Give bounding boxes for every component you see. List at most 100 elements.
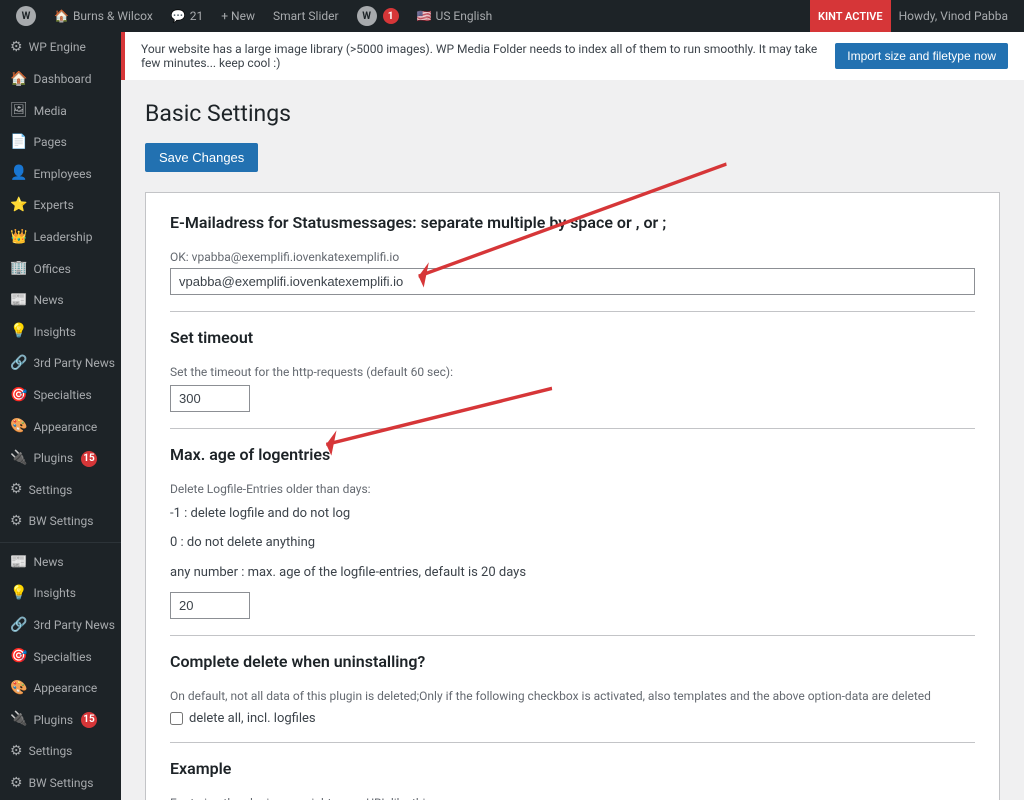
- language-item[interactable]: 🇺🇸 US English: [409, 0, 501, 32]
- news-icon: 📰: [10, 291, 27, 311]
- example-hint: For trying the plugin you might use a UR…: [170, 796, 975, 800]
- sidebar-item-insights-label: Insights: [33, 324, 75, 341]
- appearance-icon: 🎨: [10, 417, 27, 437]
- sidebar-item-settings2[interactable]: ⚙ Settings: [0, 736, 121, 768]
- plugins2-badge: 15: [81, 712, 97, 728]
- wp-icon: W: [357, 6, 377, 26]
- specialties2-icon: 🎯: [10, 647, 27, 667]
- site-name: Burns & Wilcox: [73, 9, 153, 23]
- sidebar-item-bwsettings[interactable]: ⚙ BW Settings: [0, 506, 121, 538]
- maxage-input[interactable]: [170, 592, 250, 619]
- wp-logo-item[interactable]: W: [8, 0, 44, 32]
- sidebar-item-experts[interactable]: ⭐ Experts: [0, 190, 121, 222]
- sidebar-item-leadership-label: Leadership: [33, 229, 92, 246]
- delete-hint: On default, not all data of this plugin …: [170, 689, 975, 703]
- 3rdpartynews-icon: 🔗: [10, 354, 27, 374]
- pages-icon: 📄: [10, 133, 27, 153]
- sidebar-item-bwsettings-label: BW Settings: [29, 513, 94, 530]
- sidebar-item-settings[interactable]: ⚙ Settings: [0, 474, 121, 506]
- sidebar-item-offices[interactable]: 🏢 Offices: [0, 253, 121, 285]
- save-button-top[interactable]: Save Changes: [145, 143, 258, 172]
- sidebar-item-plugins2-label: Plugins: [33, 712, 73, 729]
- admin-bar-left: W 🏠 Burns & Wilcox 💬 21 + New Smart Slid…: [8, 0, 500, 32]
- sidebar-item-plugins[interactable]: 🔌 Plugins 15: [0, 443, 121, 475]
- bwsettings2-icon: ⚙: [10, 774, 23, 794]
- notice-text: Your website has a large image library (…: [141, 42, 823, 70]
- sidebar-item-employees[interactable]: 👤 Employees: [0, 158, 121, 190]
- email-input[interactable]: [170, 268, 975, 295]
- sidebar-item-dashboard-label: Dashboard: [33, 71, 91, 88]
- sidebar-item-news2[interactable]: 📰 News: [0, 547, 121, 579]
- delete-checkbox-label: delete all, incl. logfiles: [189, 711, 316, 726]
- divider-3: [170, 635, 975, 636]
- sidebar-item-media-label: Media: [34, 103, 67, 120]
- settings-icon: ⚙: [10, 480, 23, 500]
- notif-badge: 1: [383, 8, 399, 24]
- sidebar-divider-1: [0, 542, 121, 543]
- notice-bar: Your website has a large image library (…: [121, 32, 1024, 80]
- sidebar-item-pages-label: Pages: [33, 134, 66, 151]
- sidebar-item-specialties-label: Specialties: [33, 387, 91, 404]
- plugins2-icon: 🔌: [10, 710, 27, 730]
- kint-badge[interactable]: KINT ACTIVE: [810, 0, 891, 32]
- email-section: E-Mailadress for Statusmessages: separat…: [170, 213, 975, 295]
- new-label: + New: [221, 9, 255, 23]
- new-item[interactable]: + New: [213, 0, 263, 32]
- bwsettings-icon: ⚙: [10, 512, 23, 532]
- howdy-item[interactable]: Howdy, Vinod Pabba: [891, 0, 1016, 32]
- maxage-section: Max. age of logentries Delete Logfile-En…: [170, 445, 975, 619]
- timeout-input[interactable]: [170, 385, 250, 412]
- sidebar-item-insights2[interactable]: 💡 Insights: [0, 578, 121, 610]
- wpe-icon: ⚙: [10, 38, 23, 58]
- sidebar-item-wpe-label: WP Engine: [29, 39, 86, 56]
- form-card: E-Mailadress for Statusmessages: separat…: [145, 192, 1000, 800]
- sidebar-item-wpe[interactable]: ⚙ WP Engine: [0, 32, 121, 64]
- timeout-hint: Set the timeout for the http-requests (d…: [170, 365, 975, 379]
- divider-1: [170, 311, 975, 312]
- sidebar-item-insights[interactable]: 💡 Insights: [0, 316, 121, 348]
- insights-icon: 💡: [10, 322, 27, 342]
- sidebar-item-pages[interactable]: 📄 Pages: [0, 127, 121, 159]
- maxage-section-title: Max. age of logentries: [170, 445, 975, 472]
- dashboard-icon: 🏠: [10, 70, 27, 90]
- flag-icon: 🇺🇸: [417, 9, 432, 23]
- news2-icon: 📰: [10, 553, 27, 573]
- settings2-icon: ⚙: [10, 742, 23, 762]
- insights2-icon: 💡: [10, 584, 27, 604]
- comment-item[interactable]: 💬 21: [163, 0, 211, 32]
- sidebar-item-news-label: News: [33, 292, 63, 309]
- sidebar-item-settings-label: Settings: [29, 482, 73, 499]
- sidebar: ⚙ WP Engine 🏠 Dashboard 🖼 Media 📄 Pages …: [0, 32, 121, 800]
- sidebar-item-leadership[interactable]: 👑 Leadership: [0, 222, 121, 254]
- sidebar-item-appearance2[interactable]: 🎨 Appearance: [0, 673, 121, 705]
- import-button[interactable]: Import size and filetype now: [835, 43, 1008, 69]
- maxage-desc1: -1 : delete logfile and do not log: [170, 502, 975, 525]
- employees-icon: 👤: [10, 164, 27, 184]
- sidebar-item-experts-label: Experts: [33, 197, 73, 214]
- wp-icon-item[interactable]: W 1: [349, 0, 407, 32]
- sidebar-item-appearance[interactable]: 🎨 Appearance: [0, 411, 121, 443]
- media-icon: 🖼: [10, 101, 28, 121]
- site-name-item[interactable]: 🏠 Burns & Wilcox: [46, 0, 161, 32]
- sidebar-item-bwsettings2[interactable]: ⚙ BW Settings: [0, 768, 121, 800]
- sidebar-item-specialties[interactable]: 🎯 Specialties: [0, 380, 121, 412]
- sidebar-item-3rdpartynews[interactable]: 🔗 3rd Party News: [0, 348, 121, 380]
- sidebar-item-specialties2[interactable]: 🎯 Specialties: [0, 641, 121, 673]
- specialties-icon: 🎯: [10, 386, 27, 406]
- layout: ⚙ WP Engine 🏠 Dashboard 🖼 Media 📄 Pages …: [0, 32, 1024, 800]
- divider-2: [170, 428, 975, 429]
- admin-bar-right: KINT ACTIVE Howdy, Vinod Pabba: [810, 0, 1016, 32]
- sidebar-item-media[interactable]: 🖼 Media: [0, 95, 121, 127]
- sidebar-item-3rdparty2[interactable]: 🔗 3rd Party News: [0, 610, 121, 642]
- wp-logo: W: [16, 6, 36, 26]
- sidebar-item-dashboard[interactable]: 🏠 Dashboard: [0, 64, 121, 96]
- sidebar-item-3rdpartynews-label: 3rd Party News: [33, 355, 115, 372]
- sidebar-item-plugins2[interactable]: 🔌 Plugins 15: [0, 704, 121, 736]
- sidebar-item-employees-label: Employees: [33, 166, 91, 183]
- smart-slider-item[interactable]: Smart Slider: [265, 0, 347, 32]
- delete-checkbox[interactable]: [170, 712, 183, 725]
- smart-slider-label: Smart Slider: [273, 9, 339, 23]
- sidebar-item-news[interactable]: 📰 News: [0, 285, 121, 317]
- email-ok-hint: OK: vpabba@exemplifi.iovenkatexemplifi.i…: [170, 250, 975, 264]
- content-area: Basic Settings Save Changes E-Mailadress…: [121, 80, 1024, 800]
